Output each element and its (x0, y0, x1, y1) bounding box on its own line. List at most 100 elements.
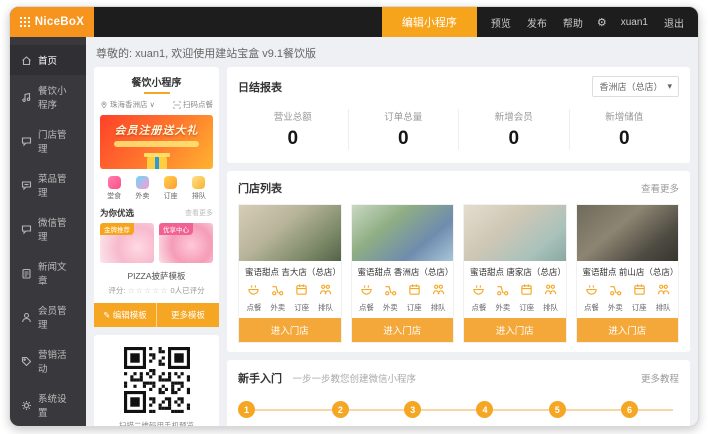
booking-icon (633, 283, 646, 296)
store-action-queue-icon: 排队 (314, 283, 338, 313)
sidebar-item-settings[interactable]: 系统设置 (10, 383, 86, 427)
guide-step: 5编辑菜品前往菜品管理编辑菜品 (549, 401, 621, 427)
delivery-icon (271, 283, 284, 296)
enter-store-button[interactable]: 进入门店 (239, 318, 341, 342)
featured-more-link: 查看更多 (185, 208, 213, 218)
store-card: 蜜语甜点 唐家店（总店）点餐外卖订座排队进入门店 (463, 204, 567, 343)
step-number-badge: 3 (404, 401, 421, 418)
app-window: NiceBoX 编辑小程序 预览 发布 帮助 ⚙ xuan1 退出 首页 餐饮小… (9, 6, 699, 427)
guide-more-link[interactable]: 更多教程 (641, 371, 679, 385)
booking-icon (164, 176, 177, 189)
store-actions: 点餐外卖订座排队 (352, 280, 454, 318)
store-filter-dropdown[interactable]: 香洲店（总店） ▾ (592, 76, 679, 97)
wechat-icon (21, 224, 32, 235)
rating-stars: ☆☆☆☆☆ (128, 286, 169, 295)
miniapp-icon (21, 92, 32, 103)
sidebar-item-home[interactable]: 首页 (10, 45, 86, 75)
username-link[interactable]: xuan1 (613, 17, 656, 28)
quick-entry-row: 堂食 外卖 订座 排队 (100, 176, 213, 201)
banner-slogan: 会员注册送大礼 (100, 122, 213, 138)
store-action-dine-in-icon: 点餐 (355, 283, 379, 313)
store-name: 蜜语甜点 香洲店（总店） (352, 261, 454, 280)
store-name: 蜜语甜点 前山店（总店） (577, 261, 679, 280)
sidebar-item-marketing[interactable]: 营销活动 (10, 339, 86, 383)
sidebar-item-miniapp[interactable]: 餐饮小程序 (10, 75, 86, 119)
location-pin-icon (100, 101, 108, 109)
template-name: PIZZA披萨模板 (100, 270, 213, 282)
sidebar-item-stores[interactable]: 门店管理 (10, 119, 86, 163)
booking-icon (520, 283, 533, 296)
quick-entry-dinein: 堂食 (100, 176, 128, 201)
guide-step: 4创建门店前往门店管理创建门店 (476, 401, 548, 427)
featured-badge: 金牌推荐 (100, 223, 134, 235)
topbar-links: 预览 发布 帮助 ⚙ xuan1 退出 (477, 7, 698, 37)
logout-link[interactable]: 退出 (656, 15, 692, 30)
gear-icon[interactable]: ⚙ (591, 16, 613, 29)
edit-template-button[interactable]: ✎ 编辑模板 (94, 303, 157, 327)
quick-entry-queue: 排队 (185, 176, 213, 201)
report-title: 日结报表 (238, 79, 282, 95)
booking-icon (408, 283, 421, 296)
guide-step: 1小程序账号申请个人小程序账号注册企业小程序账号注册、认证微信公众号注册、认证小… (238, 401, 332, 427)
store-action-queue-icon: 排队 (539, 283, 563, 313)
dish-icon (21, 180, 32, 191)
guide-card: 新手入门 一步一步教您创建微信小程序 更多教程 1小程序账号申请个人小程序账号注… (227, 360, 690, 427)
store-name: 蜜语甜点 吉大店（总店） (239, 261, 341, 280)
store-action-delivery-icon: 外卖 (491, 283, 515, 313)
store-action-booking-icon: 订座 (402, 283, 426, 313)
phone-app-title: 餐饮小程序 (100, 74, 213, 94)
store-card: 蜜语甜点 前山店（总店）点餐外卖订座排队进入门店 (576, 204, 680, 343)
store-name: 蜜语甜点 唐家店（总店） (464, 261, 566, 280)
store-list-more-link[interactable]: 查看更多 (641, 181, 679, 195)
gift-box-icon (147, 157, 167, 169)
stat-revenue: 营业总额0 (238, 109, 348, 150)
store-actions: 点餐外卖订座排队 (464, 280, 566, 318)
featured-title: 为你优选 (100, 207, 134, 219)
store-photo (352, 205, 454, 261)
step-number-badge: 2 (332, 401, 349, 418)
publish-link[interactable]: 发布 (519, 15, 555, 30)
preview-link[interactable]: 预览 (483, 15, 519, 30)
store-action-booking-icon: 订座 (515, 283, 539, 313)
banner-strip (114, 141, 200, 147)
location-selector: 珠海香洲店 ∨ (100, 99, 155, 110)
guide-step: 3制作小程序选择模板设计制作 (404, 401, 476, 427)
daily-report-card: 日结报表 香洲店（总店） ▾ 营业总额0 订单总量0 新增会员0 新增储值0 (227, 67, 690, 163)
stat-new-deposits: 新增储值0 (569, 109, 680, 150)
scan-order: 扫码点餐 (173, 99, 213, 110)
store-icon (21, 136, 32, 147)
main-content: 尊敬的: xuan1, 欢迎使用建站宝盒 v9.1餐饮版 餐饮小程序 珠海香洲店… (86, 37, 698, 426)
settings-icon (21, 400, 32, 411)
takeout-icon (136, 176, 149, 189)
sidebar-item-dishes[interactable]: 菜品管理 (10, 163, 86, 207)
delivery-icon (384, 283, 397, 296)
booking-icon (295, 283, 308, 296)
sidebar-item-wechat[interactable]: 微信管理 (10, 207, 86, 251)
stat-orders: 订单总量0 (348, 109, 459, 150)
step-number-badge: 1 (238, 401, 255, 418)
store-action-delivery-icon: 外卖 (266, 283, 290, 313)
guide-title: 新手入门 (238, 373, 282, 385)
more-templates-button[interactable]: 更多模板 (157, 303, 219, 327)
featured-card: 优享中心 (159, 223, 213, 263)
enter-store-button[interactable]: 进入门店 (352, 318, 454, 342)
help-link[interactable]: 帮助 (555, 15, 591, 30)
store-action-dine-in-icon: 点餐 (580, 283, 604, 313)
sidebar-item-news[interactable]: 新闻文章 (10, 251, 86, 295)
member-icon (21, 312, 32, 323)
store-action-queue-icon: 排队 (651, 283, 675, 313)
marketing-icon (21, 356, 32, 367)
store-action-delivery-icon: 外卖 (378, 283, 402, 313)
news-icon (21, 268, 32, 279)
template-rating: 评分: ☆☆☆☆☆ 0人已评分 (100, 285, 213, 296)
store-actions: 点餐外卖订座排队 (239, 280, 341, 318)
enter-store-button[interactable]: 进入门店 (464, 318, 566, 342)
dine-in-icon (360, 283, 373, 296)
step-number-badge: 5 (549, 401, 566, 418)
guide-step: 6一键发布 (621, 401, 679, 427)
enter-store-button[interactable]: 进入门店 (577, 318, 679, 342)
edit-miniapp-button[interactable]: 编辑小程序 (382, 7, 477, 37)
sidebar-item-members[interactable]: 会员管理 (10, 295, 86, 339)
delivery-icon (496, 283, 509, 296)
quick-entry-booking: 订座 (157, 176, 185, 201)
